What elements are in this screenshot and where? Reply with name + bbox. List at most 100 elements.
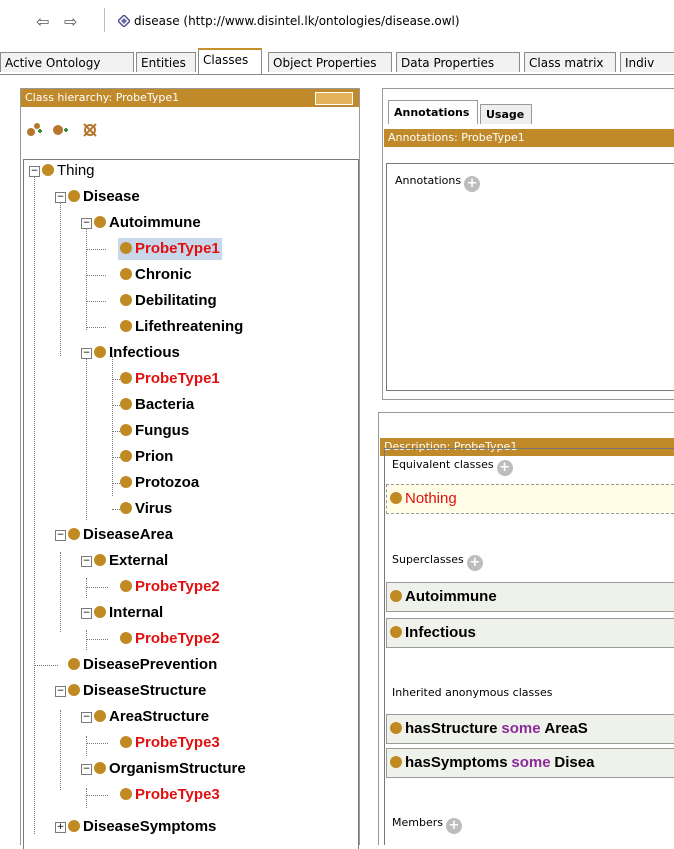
tree-node-bacteria[interactable]: Bacteria: [120, 394, 194, 416]
tree-node-lifethreatening[interactable]: Lifethreatening: [120, 316, 243, 338]
tab-classes[interactable]: Classes: [198, 48, 262, 74]
tab-data-properties[interactable]: Data Properties: [396, 52, 520, 72]
tree-branch-line: [112, 483, 120, 484]
members-label: Members: [392, 816, 443, 829]
tree-node-areastructure[interactable]: AreaStructure: [94, 706, 209, 728]
class-icon: [120, 580, 132, 592]
tree-node-probetype1[interactable]: ProbeType1: [120, 368, 220, 390]
class-icon: [94, 762, 106, 774]
class-hierarchy-header: Class hierarchy: ProbeType1: [21, 89, 359, 107]
tree-node-infectious[interactable]: Infectious: [94, 342, 180, 364]
add-member-icon[interactable]: +: [445, 818, 462, 834]
tab-entities[interactable]: Entities: [136, 52, 196, 72]
tree-branch-line: [112, 379, 120, 380]
tree-node-diseasestructure[interactable]: DiseaseStructure: [68, 680, 206, 702]
collapse-toggle-icon[interactable]: −: [55, 686, 66, 697]
add-superclass-icon[interactable]: +: [466, 555, 483, 571]
tree-node-probetype3[interactable]: ProbeType3: [120, 784, 220, 806]
inherited-anonymous-classes-label: Inherited anonymous classes: [392, 686, 553, 699]
tree-node-autoimmune[interactable]: Autoimmune: [94, 212, 201, 234]
class-icon: [390, 722, 402, 734]
tree-node-diseasearea[interactable]: DiseaseArea: [68, 524, 173, 546]
tab-class-matrix[interactable]: Class matrix: [524, 52, 616, 72]
superclass-entry[interactable]: Autoimmune: [386, 582, 674, 612]
delete-class-icon[interactable]: [81, 121, 99, 139]
tree-guide-line: [60, 552, 61, 632]
superclass-entry[interactable]: Infectious: [386, 618, 674, 648]
tree-node-external[interactable]: External: [94, 550, 168, 572]
tree-node-internal[interactable]: Internal: [94, 602, 163, 624]
tree-branch-line: [86, 795, 108, 796]
collapse-toggle-icon[interactable]: −: [29, 166, 40, 177]
tree-node-fungus[interactable]: Fungus: [120, 420, 189, 442]
tree-branch-line: [112, 405, 120, 406]
tree-node-thing[interactable]: Thing: [42, 160, 95, 182]
expand-toggle-icon[interactable]: +: [55, 822, 66, 833]
tree-guide-line: [34, 172, 35, 834]
collapse-toggle-icon[interactable]: −: [81, 348, 92, 359]
tree-guide-line: [86, 222, 87, 330]
tree-node-chronic[interactable]: Chronic: [120, 264, 192, 286]
add-sibling-class-icon[interactable]: [51, 121, 69, 139]
class-icon: [94, 554, 106, 566]
collapse-toggle-icon[interactable]: −: [55, 192, 66, 203]
collapse-toggle-icon[interactable]: −: [81, 712, 92, 723]
tab-active-ontology[interactable]: Active Ontology: [0, 52, 134, 72]
tree-node-protozoa[interactable]: Protozoa: [120, 472, 199, 494]
tree-node-probetype1-selected[interactable]: ProbeType1: [118, 238, 222, 260]
equivalent-class-entry[interactable]: Nothing: [386, 484, 674, 514]
collapse-toggle-icon[interactable]: −: [81, 764, 92, 775]
class-icon: [120, 424, 132, 436]
tree-node-debilitating[interactable]: Debilitating: [120, 290, 217, 312]
collapse-toggle-icon[interactable]: −: [81, 608, 92, 619]
toolbar-divider: [104, 8, 105, 32]
tree-guide-line: [86, 630, 87, 650]
tree-node-diseaseprevention[interactable]: DiseasePrevention: [68, 654, 217, 676]
ontology-title: disease (http://www.disintel.lk/ontologi…: [134, 14, 460, 28]
add-subclass-icon[interactable]: [25, 121, 43, 139]
class-icon: [120, 398, 132, 410]
class-hierarchy-title: Class hierarchy: ProbeType1: [25, 91, 180, 104]
collapse-toggle-icon[interactable]: −: [55, 530, 66, 541]
tree-node-organismstructure[interactable]: OrganismStructure: [94, 758, 246, 780]
inherited-class-entry[interactable]: hasSymptoms some Disea: [386, 748, 674, 778]
tree-guide-line: [86, 356, 87, 520]
class-icon: [94, 710, 106, 722]
class-icon: [390, 492, 402, 504]
add-annotation-icon[interactable]: +: [464, 176, 481, 192]
class-tree: − Thing − Disease − Autoimmune ProbeType…: [23, 159, 359, 849]
collapse-toggle-icon[interactable]: −: [81, 556, 92, 567]
add-equivalent-class-icon[interactable]: +: [496, 460, 513, 476]
tree-branch-line: [34, 665, 58, 666]
collapse-toggle-icon[interactable]: −: [81, 218, 92, 229]
tab-usage[interactable]: Usage: [480, 104, 532, 124]
tree-node-virus[interactable]: Virus: [120, 498, 172, 520]
view-controls-icon[interactable]: [315, 92, 353, 105]
class-icon: [120, 372, 132, 384]
class-icon: [68, 684, 80, 696]
tree-node-probetype2[interactable]: ProbeType2: [120, 628, 220, 650]
tree-branch-line: [112, 457, 120, 458]
tab-annotations[interactable]: Annotations: [388, 100, 478, 124]
class-icon: [120, 450, 132, 462]
tree-node-prion[interactable]: Prion: [120, 446, 173, 468]
tree-node-disease[interactable]: Disease: [68, 186, 140, 208]
tree-node-probetype2[interactable]: ProbeType2: [120, 576, 220, 598]
forward-arrow-icon[interactable]: ⇨: [64, 12, 77, 31]
annotations-box: Annotations +: [386, 163, 674, 391]
tree-branch-line: [86, 275, 106, 276]
tree-node-diseasesymptoms[interactable]: DiseaseSymptoms: [68, 816, 216, 838]
tree-branch-line: [112, 509, 120, 510]
tab-individuals[interactable]: Indiv: [620, 52, 674, 72]
tree-node-probetype3[interactable]: ProbeType3: [120, 732, 220, 754]
tree-guide-line: [60, 710, 61, 790]
tree-guide-line: [86, 788, 87, 808]
class-icon: [94, 216, 106, 228]
back-arrow-icon[interactable]: ⇦: [36, 12, 49, 31]
tree-guide-line: [86, 578, 87, 598]
tab-object-properties[interactable]: Object Properties: [268, 52, 392, 72]
class-icon: [390, 626, 402, 638]
tree-guide-line: [60, 196, 61, 356]
inherited-class-entry[interactable]: hasStructure some AreaS: [386, 714, 674, 744]
tree-branch-line: [86, 301, 106, 302]
